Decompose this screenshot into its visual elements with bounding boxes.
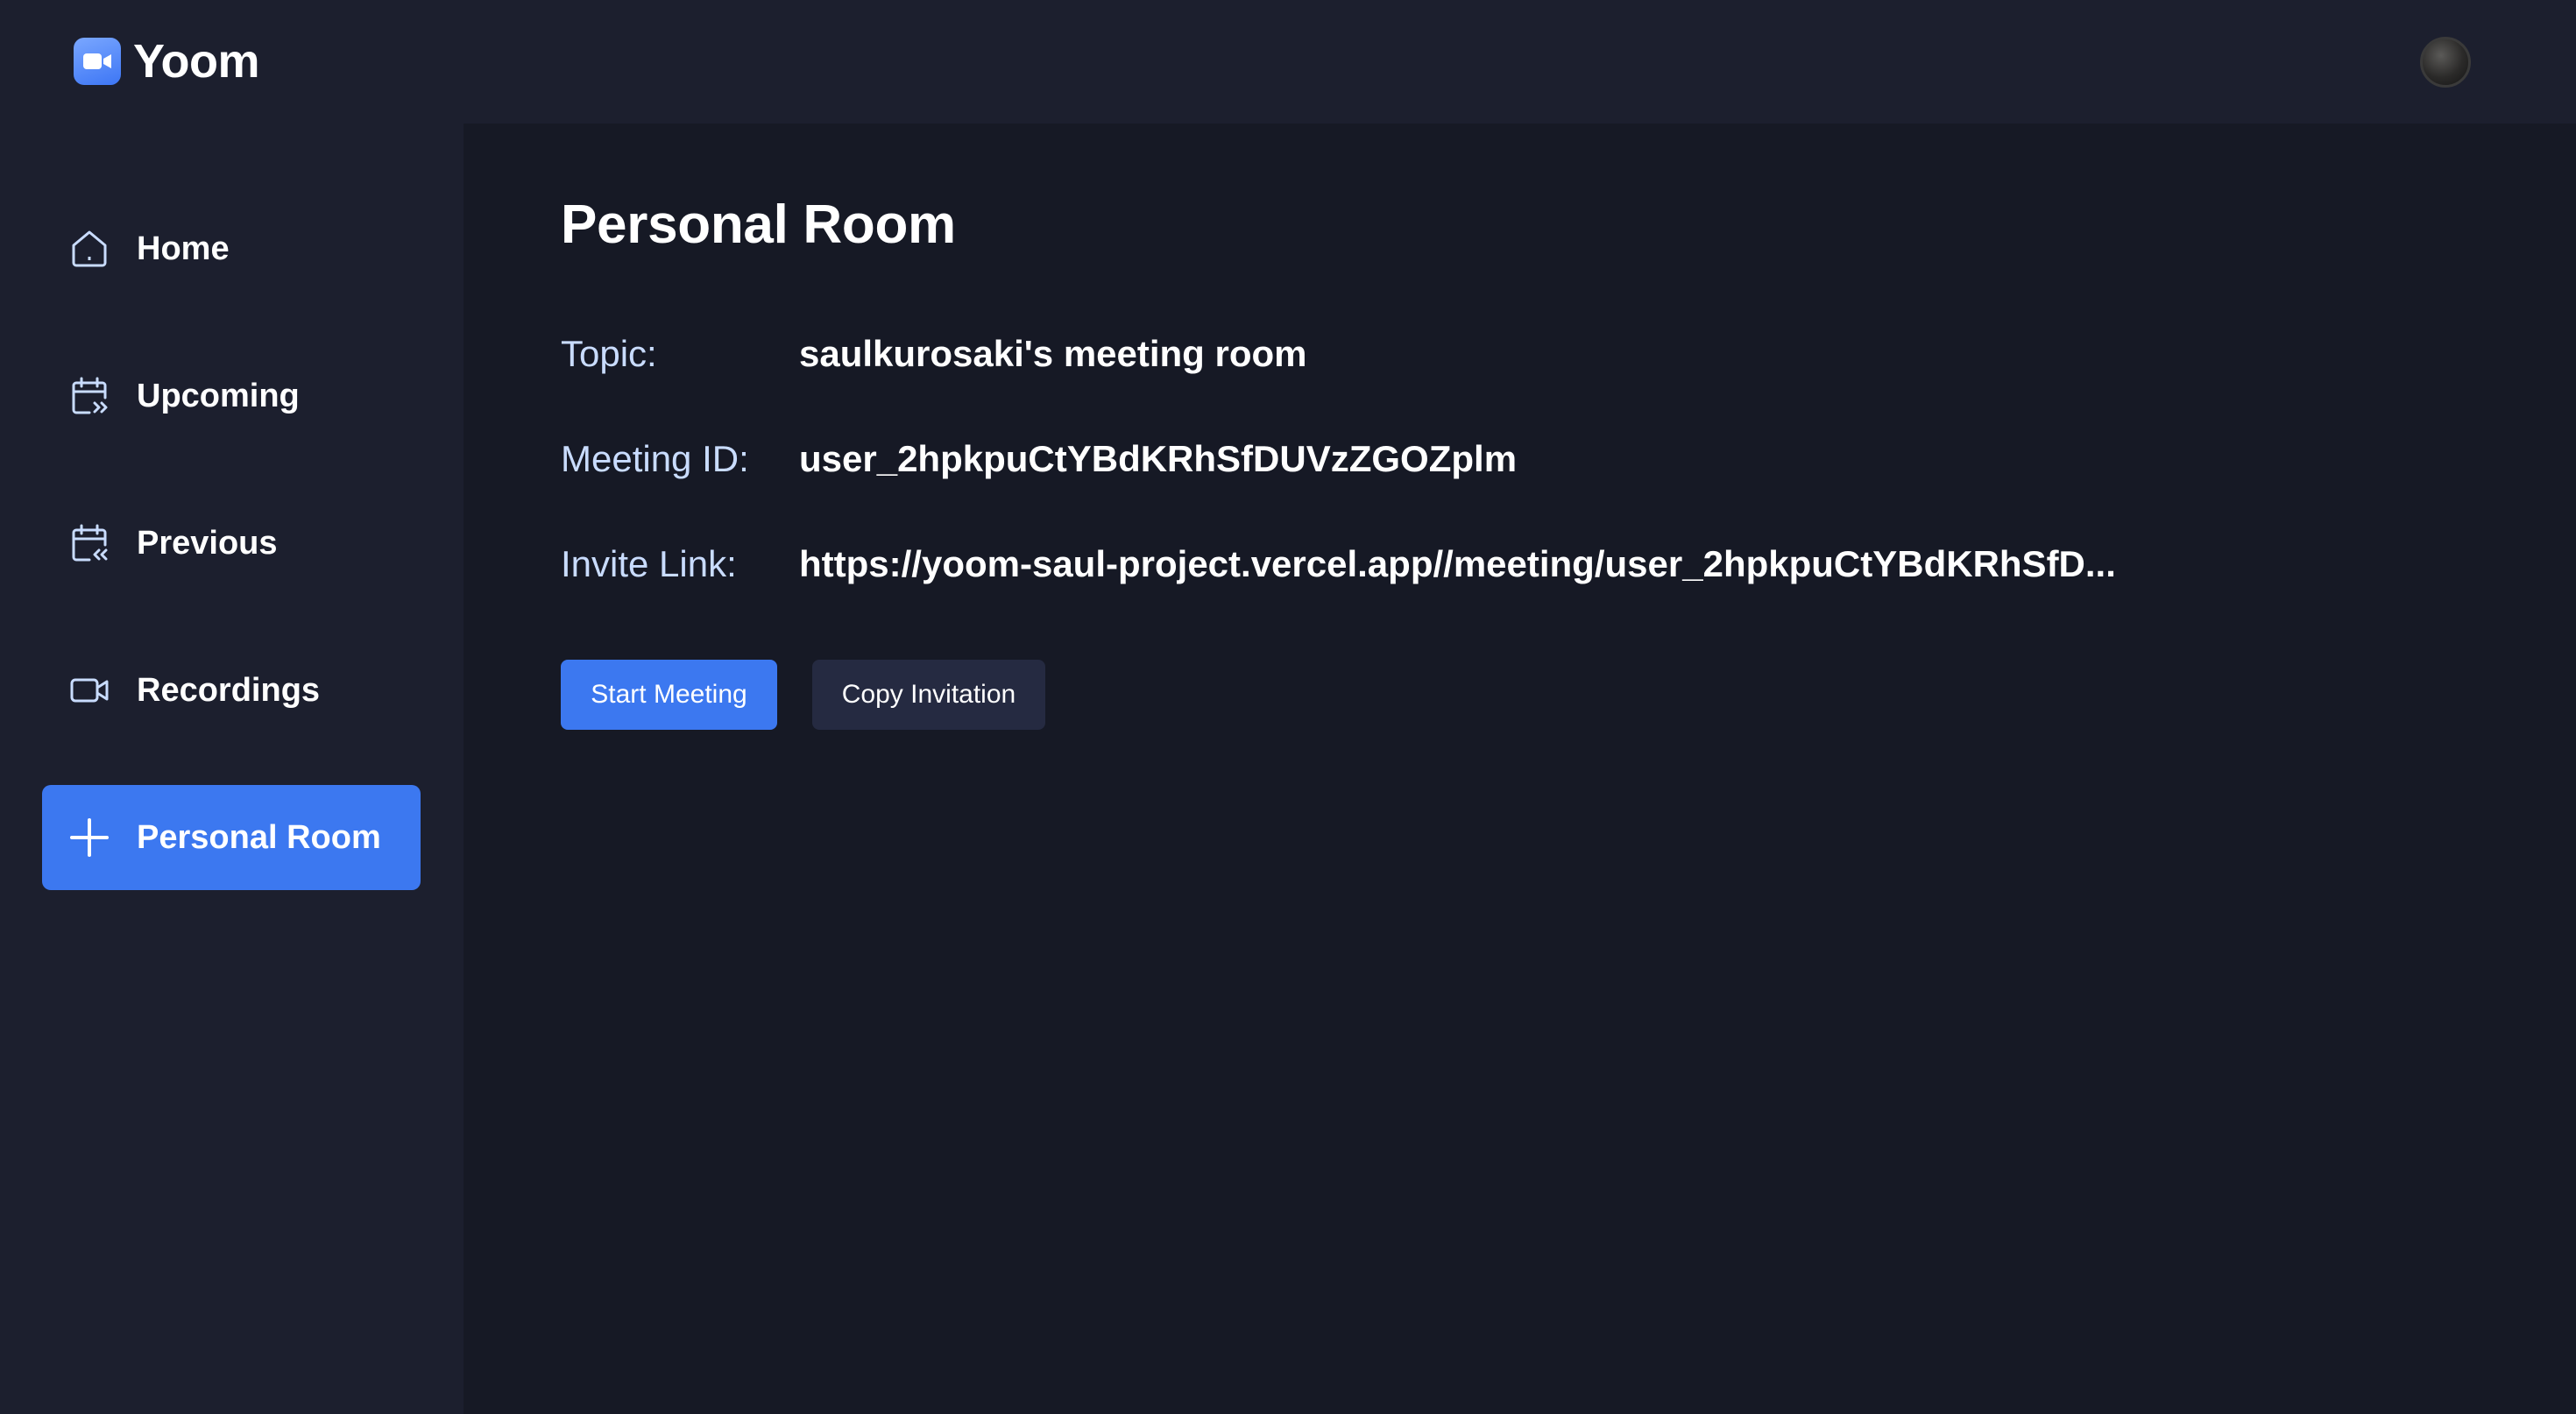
topic-row: Topic: saulkurosaki's meeting room bbox=[561, 329, 1307, 378]
calendar-previous-icon bbox=[68, 522, 110, 564]
sidebar-item-recordings[interactable]: Recordings bbox=[42, 638, 421, 743]
sidebar-item-label: Recordings bbox=[137, 671, 321, 709]
start-meeting-button[interactable]: Start Meeting bbox=[561, 660, 777, 730]
home-icon bbox=[68, 228, 110, 270]
invite-link-value[interactable]: https://yoom-saul-project.vercel.app//me… bbox=[799, 543, 2116, 585]
sidebar-item-label: Home bbox=[137, 230, 230, 267]
invite-link-label: Invite Link: bbox=[561, 543, 737, 584]
copy-invitation-button[interactable]: Copy Invitation bbox=[812, 660, 1045, 730]
plus-icon bbox=[68, 817, 110, 859]
sidebar-item-previous[interactable]: Previous bbox=[42, 491, 421, 596]
video-camera-logo-icon bbox=[74, 38, 121, 85]
page-title: Personal Room bbox=[561, 194, 956, 255]
sidebar-item-personal-room[interactable]: Personal Room bbox=[42, 785, 421, 890]
invite-link-row: Invite Link: https://yoom-saul-project.v… bbox=[561, 540, 2116, 589]
app-logo[interactable]: Yoom bbox=[74, 35, 260, 88]
calendar-upcoming-icon bbox=[68, 375, 110, 417]
sidebar-item-upcoming[interactable]: Upcoming bbox=[42, 343, 421, 449]
top-navbar: Yoom bbox=[0, 0, 2576, 124]
meeting-id-row: Meeting ID: user_2hpkpuCtYBdKRhSfDUVzZGO… bbox=[561, 435, 1517, 484]
sidebar-item-label: Personal Room bbox=[137, 818, 381, 856]
sidebar: Home Upcoming Previous Recordings Person… bbox=[0, 124, 464, 1414]
video-icon bbox=[68, 669, 110, 711]
meeting-id-value: user_2hpkpuCtYBdKRhSfDUVzZGOZplm bbox=[799, 438, 1518, 479]
meeting-id-label: Meeting ID: bbox=[561, 438, 749, 479]
main-content: Personal Room Topic: saulkurosaki's meet… bbox=[464, 124, 2576, 1414]
sidebar-item-label: Previous bbox=[137, 524, 278, 562]
sidebar-item-label: Upcoming bbox=[137, 377, 300, 414]
user-avatar[interactable] bbox=[2420, 37, 2471, 88]
app-name: Yoom bbox=[133, 35, 260, 88]
sidebar-item-home[interactable]: Home bbox=[42, 196, 421, 301]
topic-value: saulkurosaki's meeting room bbox=[799, 333, 1307, 374]
topic-label: Topic: bbox=[561, 333, 657, 374]
